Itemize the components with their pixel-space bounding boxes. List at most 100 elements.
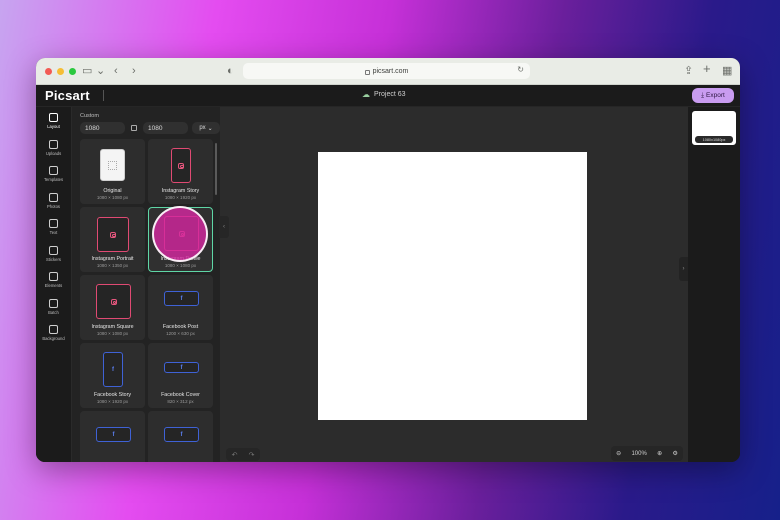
rail-item-uploads[interactable]: Uploads [36, 139, 71, 167]
preset-name: Instagram Square [91, 324, 134, 330]
preset-dimensions: 1200 × 630 px [166, 331, 195, 336]
original-thumbnail [100, 149, 125, 181]
rail-item-background[interactable]: Background [36, 325, 71, 352]
privacy-shield-icon[interactable]: ◐ [227, 64, 234, 78]
preset-name: Facebook Post [162, 324, 199, 330]
preset-card[interactable]: Instagram Portrait 1080 × 1350 px [80, 207, 145, 272]
preset-name: Instagram Story [161, 188, 200, 194]
preset-name: Facebook Cover [161, 392, 200, 398]
preset-card[interactable]: f Facebook Post 1200 × 630 px [148, 275, 213, 340]
rail-item-elements[interactable]: Elements [36, 272, 71, 299]
project-title[interactable]: ☁ Project 63 [362, 90, 406, 99]
new-tab-icon[interactable]: + [703, 62, 711, 76]
export-button[interactable]: ⤓ Export [692, 88, 734, 103]
chevron-down-icon: ⌄ [207, 125, 213, 132]
rail-item-label: Background [42, 336, 65, 341]
zoom-in-icon[interactable]: ⊕ [657, 450, 662, 457]
rail-item-label: Photos [46, 203, 61, 209]
window-controls [45, 67, 76, 75]
facebook-icon: f [164, 291, 199, 306]
instagram-icon [171, 148, 191, 183]
download-icon: ⤓ [701, 91, 705, 99]
preset-card[interactable]: f Facebook Cover 820 × 312 px [148, 343, 213, 408]
facebook-icon: f [164, 427, 199, 442]
address-bar[interactable]: picsart.com ↻ [243, 63, 530, 79]
zoom-level[interactable]: 100% [631, 451, 646, 457]
design-canvas[interactable] [318, 152, 587, 420]
preset-dimensions: 1080 × 1080 px [164, 263, 197, 268]
rail-item-stickers[interactable]: Stickers [36, 245, 71, 273]
collapse-pages-button[interactable]: › [679, 257, 688, 281]
panel-scrollbar[interactable] [215, 143, 217, 195]
preset-card[interactable]: Instagram Story 1080 × 1920 px [148, 139, 213, 204]
rail-item-label: Stickers [46, 256, 61, 262]
picsart-logo[interactable]: Picsart [45, 88, 90, 103]
upload-icon [49, 139, 58, 149]
width-input[interactable]: 1080 [80, 122, 125, 134]
settings-icon[interactable]: ⚙ [672, 450, 677, 457]
rail-item-batch[interactable]: Batch [36, 298, 71, 326]
rail-item-layout[interactable]: Layout [36, 113, 71, 140]
rail-item-label: Text [49, 230, 58, 235]
preset-dimensions: 1080 × 1350 px [96, 263, 129, 268]
facebook-icon: f [103, 352, 123, 387]
pages-panel: 1080x1080px [688, 107, 740, 462]
redo-icon[interactable]: ↷ [249, 451, 255, 459]
back-icon[interactable]: ‹ [114, 64, 118, 78]
instagram-icon [96, 284, 131, 319]
rail-item-text[interactable]: Text [36, 219, 71, 246]
zoom-controls: ⊖ 100% ⊕ ⚙ [611, 446, 683, 461]
custom-label: Custom [80, 113, 99, 119]
elements-icon [49, 272, 58, 281]
batch-icon [49, 298, 58, 308]
canvas-area: ↶ ↷ ⊖ 100% ⊕ ⚙ › [220, 107, 688, 462]
share-icon[interactable]: ⇪ [684, 64, 693, 78]
aspect-lock-icon[interactable] [131, 125, 137, 131]
rail-item-label: Templates [43, 177, 64, 182]
height-input[interactable]: 1080 [143, 122, 188, 134]
browser-window: ▭ ⌄ ‹ › ◐ picsart.com ↻ ⇪ + ▦ Picsart ☁ … [36, 58, 740, 462]
facebook-icon: f [96, 427, 131, 442]
minimize-window-button[interactable] [57, 67, 64, 75]
preset-card[interactable]: Original 1080 × 1080 px [80, 139, 145, 204]
header-divider [102, 90, 104, 101]
sidebar-toggle-icon[interactable]: ▭ [82, 64, 92, 78]
rail-item-templates[interactable]: Templates [36, 166, 71, 193]
templates-icon [49, 166, 58, 175]
layout-panel: Custom 1080 1080 px ⌄ Original 1080 × 108… [72, 107, 220, 462]
editor-main: Layout Uploads Templates Photos Text Stickers… [36, 107, 740, 462]
close-window-button[interactable] [45, 67, 52, 75]
preset-card[interactable]: Instagram Square 1080 × 1080 px [80, 275, 145, 340]
collapse-panel-button[interactable]: ‹ [219, 216, 229, 238]
preset-dimensions: 1080 × 1920 px [164, 195, 197, 200]
tab-overview-icon[interactable]: ▦ [722, 64, 732, 78]
page-size-tag: 1080x1080px [695, 136, 733, 143]
forward-icon[interactable]: › [132, 64, 136, 78]
preset-card[interactable]: f [80, 411, 145, 462]
undo-icon[interactable]: ↶ [232, 451, 238, 459]
preset-card[interactable]: f [148, 411, 213, 462]
photos-icon [49, 192, 58, 202]
zoom-out-icon[interactable]: ⊖ [616, 450, 621, 457]
preset-name: Original [103, 188, 122, 194]
browser-toolbar: ▭ ⌄ ‹ › ◐ picsart.com ↻ ⇪ + ▦ [36, 58, 740, 85]
preset-dimensions: 820 × 312 px [167, 399, 194, 404]
left-toolbar: Layout Uploads Templates Photos Text Stickers… [36, 107, 72, 462]
preset-card[interactable]: Instagram Profile1080 × 1080 px [148, 206, 213, 272]
stickers-icon [49, 245, 58, 255]
cloud-icon: ☁ [362, 90, 370, 99]
touch-indicator [152, 206, 208, 262]
preset-card[interactable]: f Facebook Story 1080 × 1920 px [80, 343, 145, 408]
instagram-icon [97, 217, 129, 252]
rail-item-photos[interactable]: Photos [36, 192, 71, 220]
reload-icon[interactable]: ↻ [517, 65, 524, 74]
export-label: Export [706, 92, 725, 99]
layout-icon [49, 113, 58, 122]
preset-dimensions: 1080 × 1920 px [96, 399, 129, 404]
zoom-window-button[interactable] [69, 67, 76, 75]
unit-select[interactable]: px ⌄ [192, 122, 220, 134]
unit-value: px [199, 125, 206, 131]
preset-name: Instagram Portrait [91, 256, 134, 262]
sidebar-chevron-icon[interactable]: ⌄ [96, 64, 105, 78]
url-text: picsart.com [372, 67, 409, 75]
